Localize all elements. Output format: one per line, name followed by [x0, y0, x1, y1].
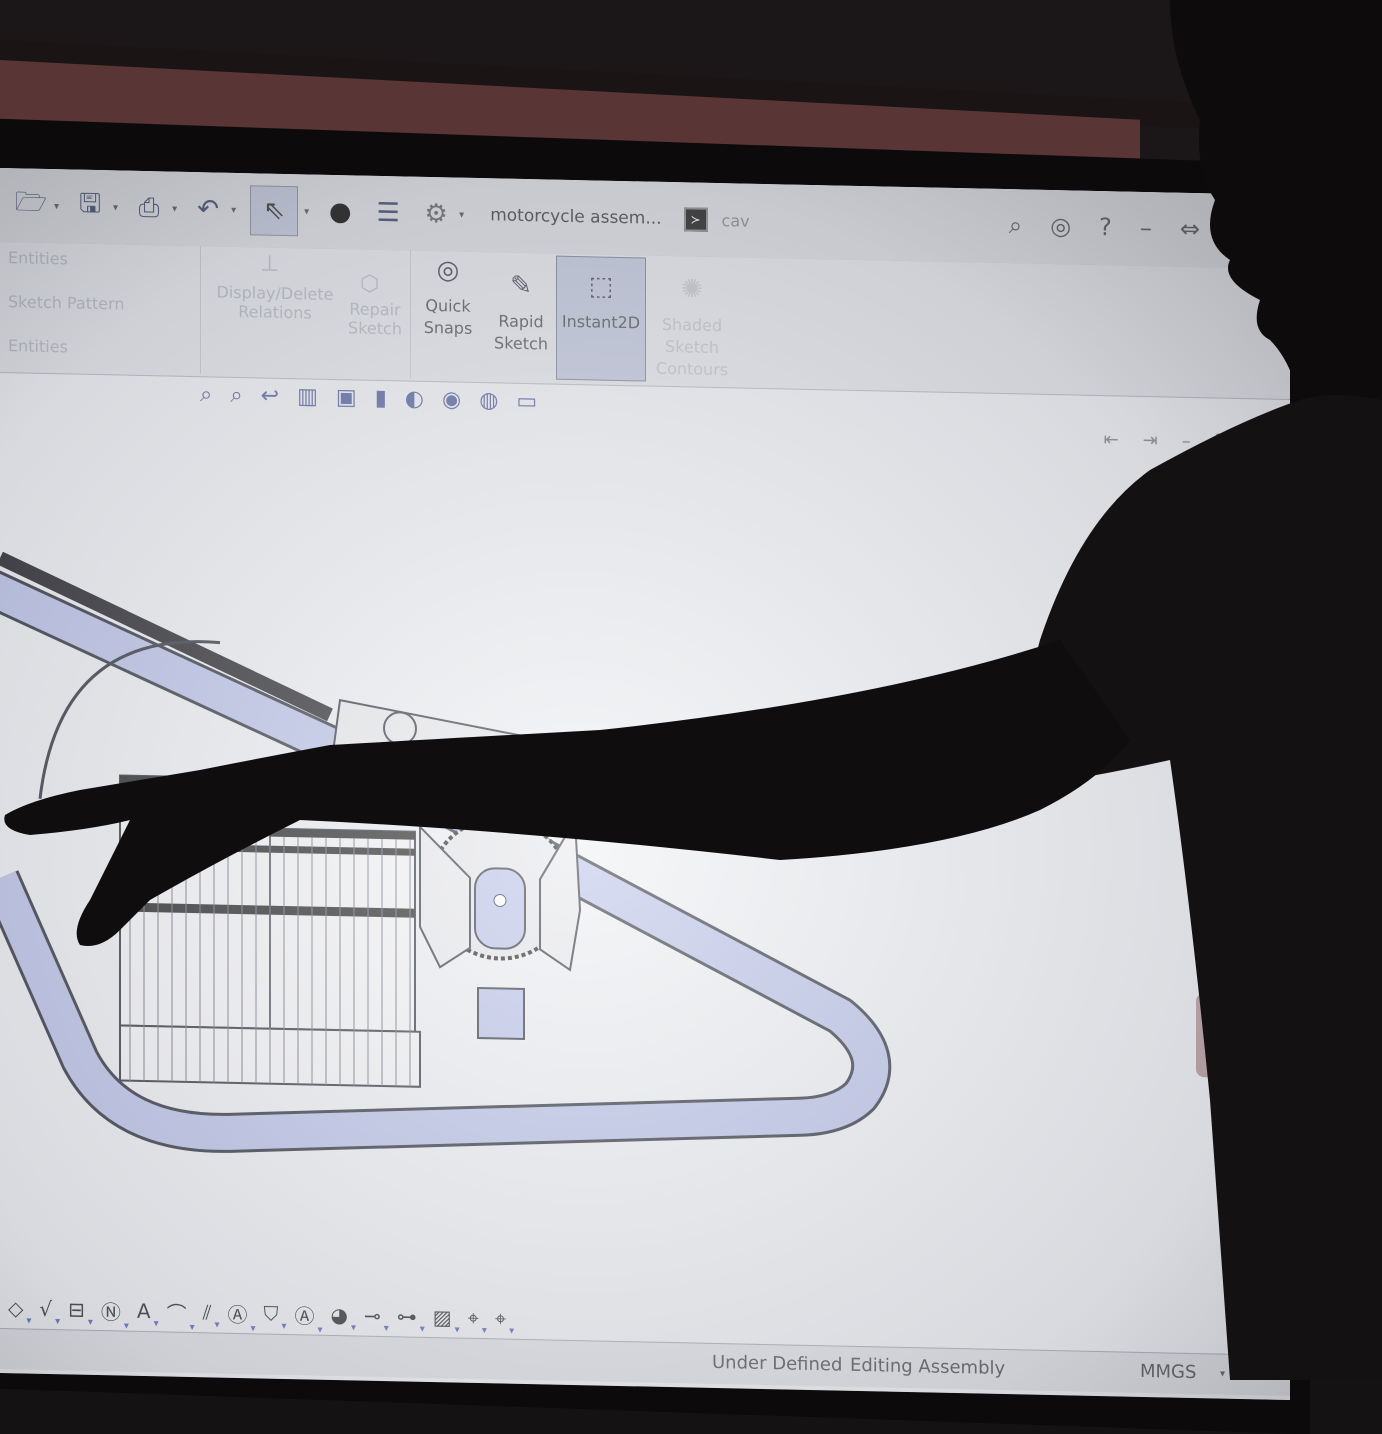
- cosmetic-thread-icon[interactable]: ⌖: [468, 1306, 479, 1330]
- ribbon-group-relations: ⊥ Display/Delete Relations ⬡ Repair Sket…: [200, 246, 411, 379]
- print-dropdown-caret[interactable]: ▾: [172, 203, 177, 214]
- surface-finish-icon[interactable]: √: [39, 1297, 52, 1321]
- edit-appearance-icon[interactable]: ◉: [442, 387, 461, 412]
- electric-motor: [419, 816, 582, 1040]
- open-folder-icon[interactable]: 🗁: [14, 187, 48, 223]
- ribbon-item-entities[interactable]: Entities: [8, 248, 68, 268]
- quick-snaps-button[interactable]: ◎ Quick Snaps: [418, 255, 478, 340]
- floating-app-glyph: ⚑: [1209, 1012, 1255, 1060]
- battery-module: [119, 774, 271, 1030]
- command-manager-ribbon: Entities Sketch Pattern Entities ⊥ Displ…: [0, 242, 1290, 401]
- doc-minimize-button[interactable]: –: [1182, 431, 1191, 452]
- file-properties-icon[interactable]: ☰: [371, 196, 405, 231]
- prev-pane-icon[interactable]: ⇤: [1104, 429, 1119, 450]
- instant2d-icon: ⬚: [588, 271, 614, 302]
- undo-icon[interactable]: ↶: [191, 192, 225, 227]
- centerline-icon[interactable]: ⊶: [397, 1304, 417, 1328]
- shaded-sketch-label: Shaded Sketch Contours: [655, 314, 729, 380]
- rapid-sketch-label: Rapid Sketch: [494, 311, 548, 354]
- dowel-pin-icon[interactable]: ⌖: [495, 1306, 506, 1330]
- quick-snaps-icon: ◎: [436, 255, 460, 286]
- smart-dimension-icon[interactable]: ◇: [8, 1296, 23, 1320]
- motor-shaft: [493, 893, 507, 907]
- relations-icon: ⊥: [260, 251, 280, 277]
- help-icon[interactable]: ?: [1099, 213, 1112, 241]
- center-mark-icon[interactable]: ⊸: [364, 1304, 381, 1328]
- instant2d-button[interactable]: ⬚ Instant2D: [556, 255, 646, 382]
- doc-close-button[interactable]: ✕: [1255, 432, 1270, 453]
- sketch-state-status: Under Defined: [712, 1351, 843, 1376]
- user-icon[interactable]: ◎: [1050, 212, 1071, 240]
- datum-target-icon[interactable]: Ⓐ: [228, 1298, 248, 1327]
- cad-screen: 🗁 ▾ 🖫 ▾ ⎙ ▾ ↶ ▾ ⇖ ▾ ● ☰ ⚙ ▾ motorcycle a…: [0, 168, 1290, 1401]
- search-icon[interactable]: ⌕: [1009, 211, 1022, 239]
- traffic-light-icon[interactable]: ●: [323, 195, 357, 230]
- select-arrow-icon[interactable]: ⇖: [250, 185, 299, 237]
- graphics-area[interactable]: [0, 438, 1290, 1305]
- restore-icon[interactable]: ⇔: [1180, 215, 1200, 243]
- view-settings-icon[interactable]: ▭: [516, 389, 537, 414]
- options-dropdown-caret[interactable]: ▾: [459, 209, 464, 220]
- ribbon-item-sketch-pattern[interactable]: Sketch Pattern: [8, 292, 125, 313]
- display-delete-relations-button[interactable]: Display/Delete Relations: [210, 282, 340, 323]
- undo-dropdown-caret[interactable]: ▾: [231, 204, 236, 215]
- title-right-controls: ⌕ ◎ ? – ⇔: [1009, 211, 1200, 243]
- previous-view-icon[interactable]: ↩: [261, 383, 279, 408]
- shaded-sketch-icon: ✺: [681, 274, 703, 305]
- open-dropdown-caret[interactable]: ▾: [54, 201, 59, 212]
- area-hatch-icon[interactable]: ⛉: [264, 1302, 279, 1326]
- battery-module: [269, 827, 416, 1033]
- ribbon-group-entities: Entities Sketch Pattern Entities: [0, 242, 201, 375]
- center-of-mass-icon[interactable]: ◕: [331, 1303, 348, 1327]
- status-rebuild-icon[interactable]: ⟳: [1260, 1363, 1275, 1384]
- motor-base: [477, 986, 525, 1040]
- repair-sketch-button[interactable]: Repair Sketch: [345, 299, 405, 338]
- balloon-icon[interactable]: Ⓝ: [101, 1296, 121, 1325]
- document-title: motorcycle assem...: [490, 205, 662, 229]
- units-dropdown-caret[interactable]: ▾: [1220, 1369, 1225, 1380]
- document-window-controls: ⇤ ⇥ – ❐ ✕: [1104, 429, 1270, 453]
- save-icon[interactable]: 🖫: [73, 189, 107, 225]
- display-style-icon[interactable]: ▮: [375, 386, 387, 411]
- floating-app-icon[interactable]: ⚑: [1196, 993, 1268, 1079]
- rapid-sketch-button[interactable]: ✎ Rapid Sketch: [490, 270, 552, 355]
- zoom-to-area-icon[interactable]: ⌕: [230, 383, 242, 408]
- section-view-icon[interactable]: ▥: [297, 384, 318, 409]
- weld-symbol-icon[interactable]: ⌒: [167, 1297, 187, 1326]
- geometric-tolerance-icon[interactable]: ⊟: [68, 1297, 85, 1321]
- motor-shaft-housing: [474, 867, 526, 950]
- quick-snaps-label: Quick Snaps: [423, 295, 473, 338]
- motorcycle-frame-model[interactable]: [0, 438, 1290, 1305]
- doc-restore-button[interactable]: ❐: [1215, 431, 1231, 452]
- rapid-sketch-icon: ✎: [510, 270, 532, 302]
- command-prompt-icon[interactable]: ≻: [683, 207, 708, 232]
- command-search-input[interactable]: cav: [722, 211, 750, 231]
- print-icon[interactable]: ⎙: [132, 191, 166, 226]
- datum-feature-icon[interactable]: A: [137, 1299, 151, 1323]
- instant2d-label: Instant2D: [561, 311, 641, 333]
- repair-sketch-icon: ⬡: [360, 271, 380, 297]
- view-orientation-icon[interactable]: ▣: [336, 385, 357, 410]
- heads-up-view-toolbar: ⌕ ⌕ ↩ ▥ ▣ ▮ ◐ ◉ ◍ ▭: [200, 382, 537, 414]
- select-dropdown-caret[interactable]: ▾: [304, 206, 309, 217]
- editing-mode-status: Editing Assembly: [850, 1354, 1006, 1380]
- ribbon-item-entities-2[interactable]: Entities: [8, 336, 68, 356]
- hatch-icon[interactable]: ⫽: [203, 1300, 212, 1324]
- minimize-button[interactable]: –: [1140, 214, 1152, 242]
- zoom-to-fit-icon[interactable]: ⌕: [200, 382, 212, 407]
- save-dropdown-caret[interactable]: ▾: [113, 202, 118, 213]
- block-icon[interactable]: Ⓐ: [295, 1300, 315, 1329]
- apply-scene-icon[interactable]: ◍: [479, 388, 498, 413]
- revision-table-icon[interactable]: ▨: [433, 1305, 452, 1329]
- shaded-sketch-contours-button[interactable]: ✺ Shaded Sketch Contours: [652, 274, 732, 382]
- gear-icon[interactable]: ⚙: [419, 197, 453, 232]
- hide-show-items-icon[interactable]: ◐: [405, 386, 424, 411]
- next-pane-icon[interactable]: ⇥: [1143, 430, 1158, 451]
